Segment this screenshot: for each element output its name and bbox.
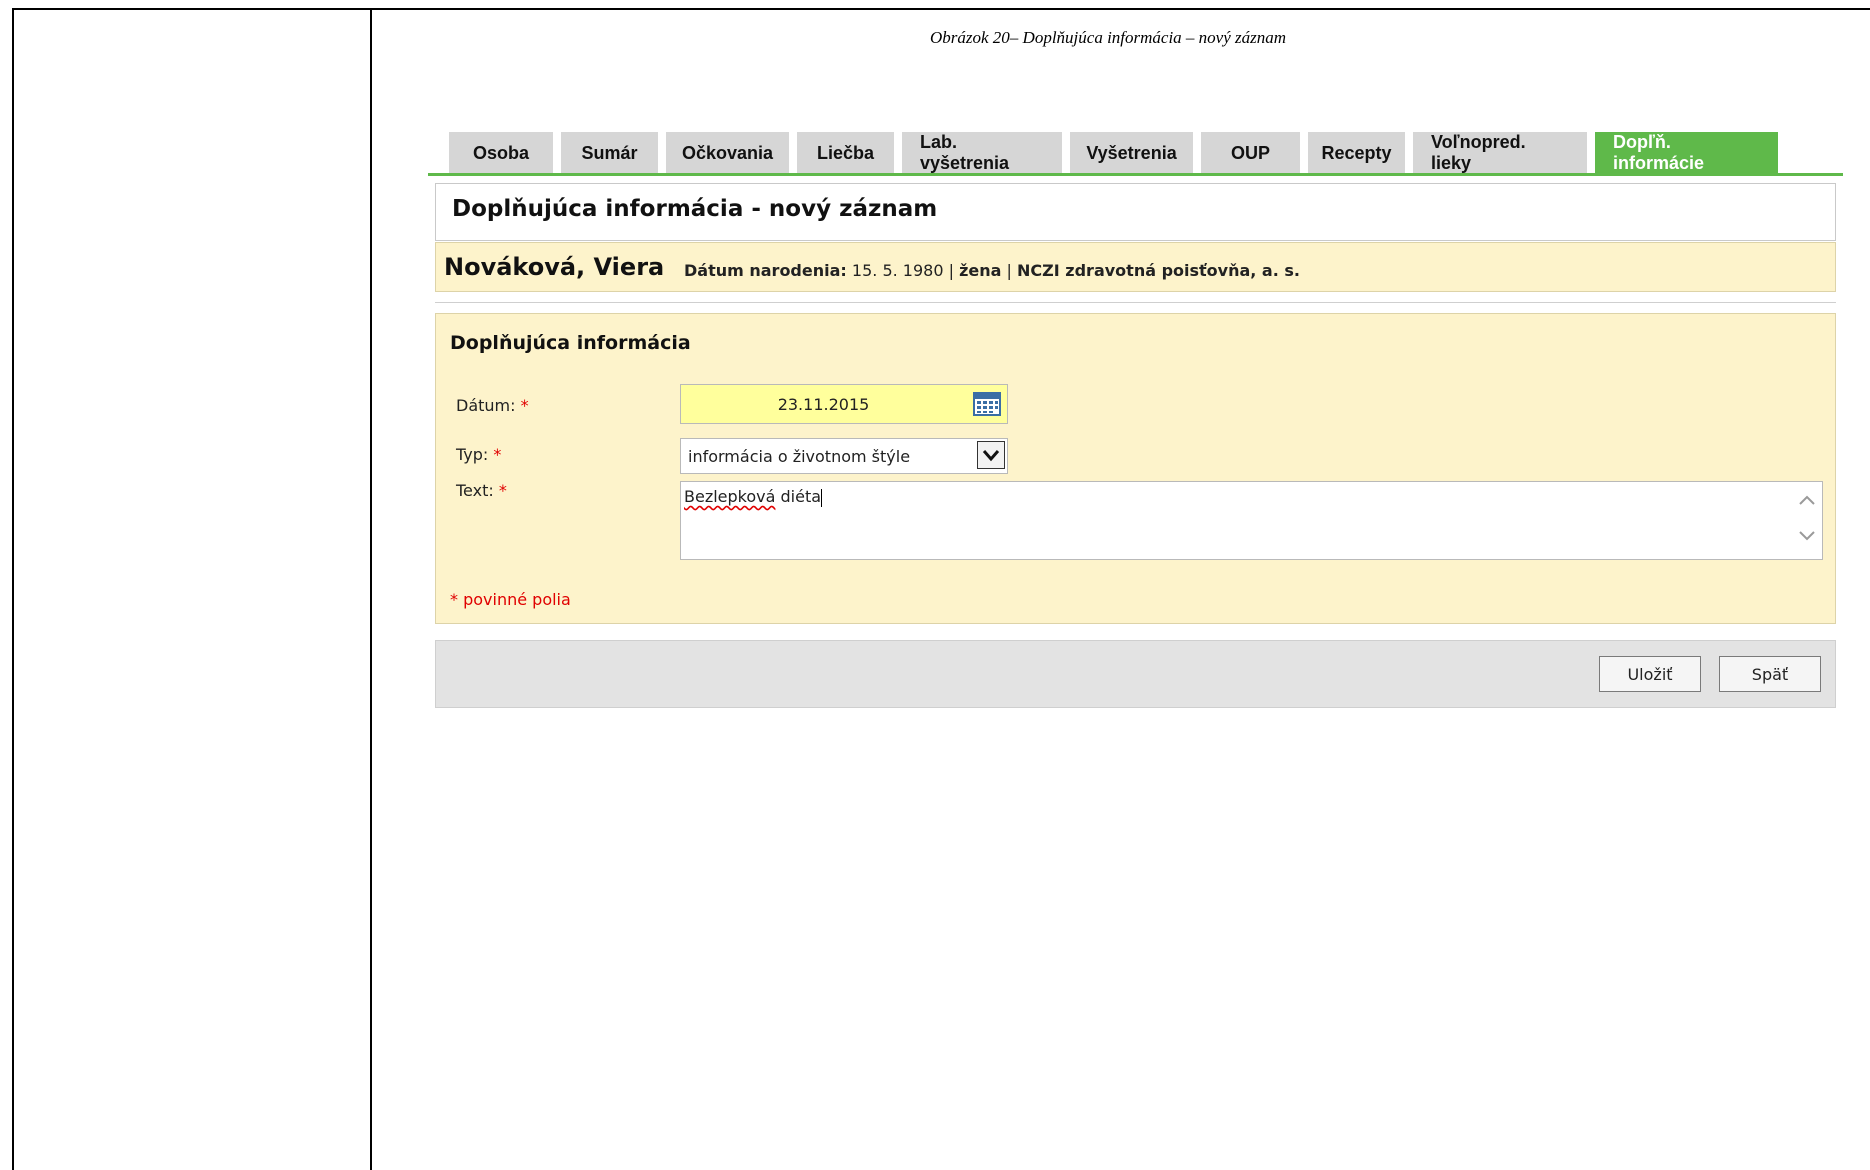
chevron-down-icon[interactable] — [977, 441, 1005, 469]
date-input[interactable]: 23.11.2015 — [680, 384, 1008, 424]
page-title: Doplňujúca informácia - nový záznam — [452, 196, 938, 222]
type-label-text: Typ: — [456, 445, 489, 464]
divider — [435, 302, 1836, 303]
document-frame-left — [12, 8, 14, 1170]
document-frame-divider — [370, 8, 372, 1170]
form-title: Doplňujúca informácia — [450, 332, 691, 354]
tab-doplnujuce-informacie[interactable]: Dopľň. informácie — [1595, 132, 1778, 174]
date-value: 23.11.2015 — [777, 395, 870, 414]
type-select[interactable]: informácia o životnom štýle — [680, 438, 1008, 474]
required-mark: * — [498, 481, 507, 500]
separator: | — [948, 261, 954, 280]
type-select-value: informácia o životnom štýle — [688, 447, 911, 466]
required-fields-note: * povinné polia — [450, 590, 571, 609]
tab-bar: Osoba Sumár Očkovania Liečba Lab. vyšetr… — [449, 132, 1778, 174]
figure-caption: Obrázok 20– Doplňujúca informácia – nový… — [930, 28, 1287, 47]
calendar-icon[interactable] — [973, 392, 1001, 416]
date-label-text: Dátum: — [456, 396, 516, 415]
tab-ockovania[interactable]: Očkovania — [666, 132, 789, 174]
tab-osoba[interactable]: Osoba — [449, 132, 553, 174]
tab-oup[interactable]: OUP — [1201, 132, 1300, 174]
tab-volnopred-lieky[interactable]: Voľnopred. lieky — [1413, 132, 1587, 174]
text-label-text: Text: — [456, 481, 494, 500]
chevron-down-icon[interactable] — [1796, 524, 1818, 546]
text-word-2: diéta — [780, 487, 822, 506]
patient-details: Dátum narodenia: 15. 5. 1980 | žena | NC… — [684, 261, 1300, 280]
date-label: Dátum: * — [456, 396, 529, 415]
dob-label: Dátum narodenia: — [684, 261, 847, 280]
text-caret — [821, 488, 823, 507]
insurer-value: NCZI zdravotná poisťovňa, a. s. — [1017, 261, 1300, 280]
save-button[interactable]: Uložiť — [1599, 656, 1701, 692]
back-button[interactable]: Späť — [1719, 656, 1821, 692]
chevron-up-icon[interactable] — [1796, 490, 1818, 512]
type-label: Typ: * — [456, 445, 501, 464]
required-mark: * — [493, 445, 502, 464]
patient-info-bar: Nováková, Viera Dátum narodenia: 15. 5. … — [435, 242, 1836, 292]
tab-recepty[interactable]: Recepty — [1308, 132, 1405, 174]
tab-vysetrenia[interactable]: Vyšetrenia — [1070, 132, 1193, 174]
tab-underline — [428, 173, 1843, 176]
page-header: Doplňujúca informácia - nový záznam — [435, 183, 1836, 241]
dob-value: 15. 5. 1980 — [851, 261, 944, 280]
document-frame-top — [12, 8, 1870, 10]
tab-lab-vysetrenia[interactable]: Lab. vyšetrenia — [902, 132, 1062, 174]
patient-name: Nováková, Viera — [444, 253, 665, 281]
form-panel: Doplňujúca informácia Dátum: * 23.11.201… — [435, 313, 1836, 624]
text-area[interactable]: Bezlepková diéta — [680, 481, 1823, 560]
required-mark: * — [520, 396, 529, 415]
text-word-1: Bezlepková — [684, 487, 776, 506]
gender-value: žena — [959, 261, 1002, 280]
separator: | — [1006, 261, 1012, 280]
tab-sumar[interactable]: Sumár — [561, 132, 658, 174]
text-area-value: Bezlepková diéta — [684, 487, 823, 507]
action-bar: Uložiť Späť — [435, 640, 1836, 708]
text-label: Text: * — [456, 481, 507, 500]
tab-liecba[interactable]: Liečba — [797, 132, 894, 174]
